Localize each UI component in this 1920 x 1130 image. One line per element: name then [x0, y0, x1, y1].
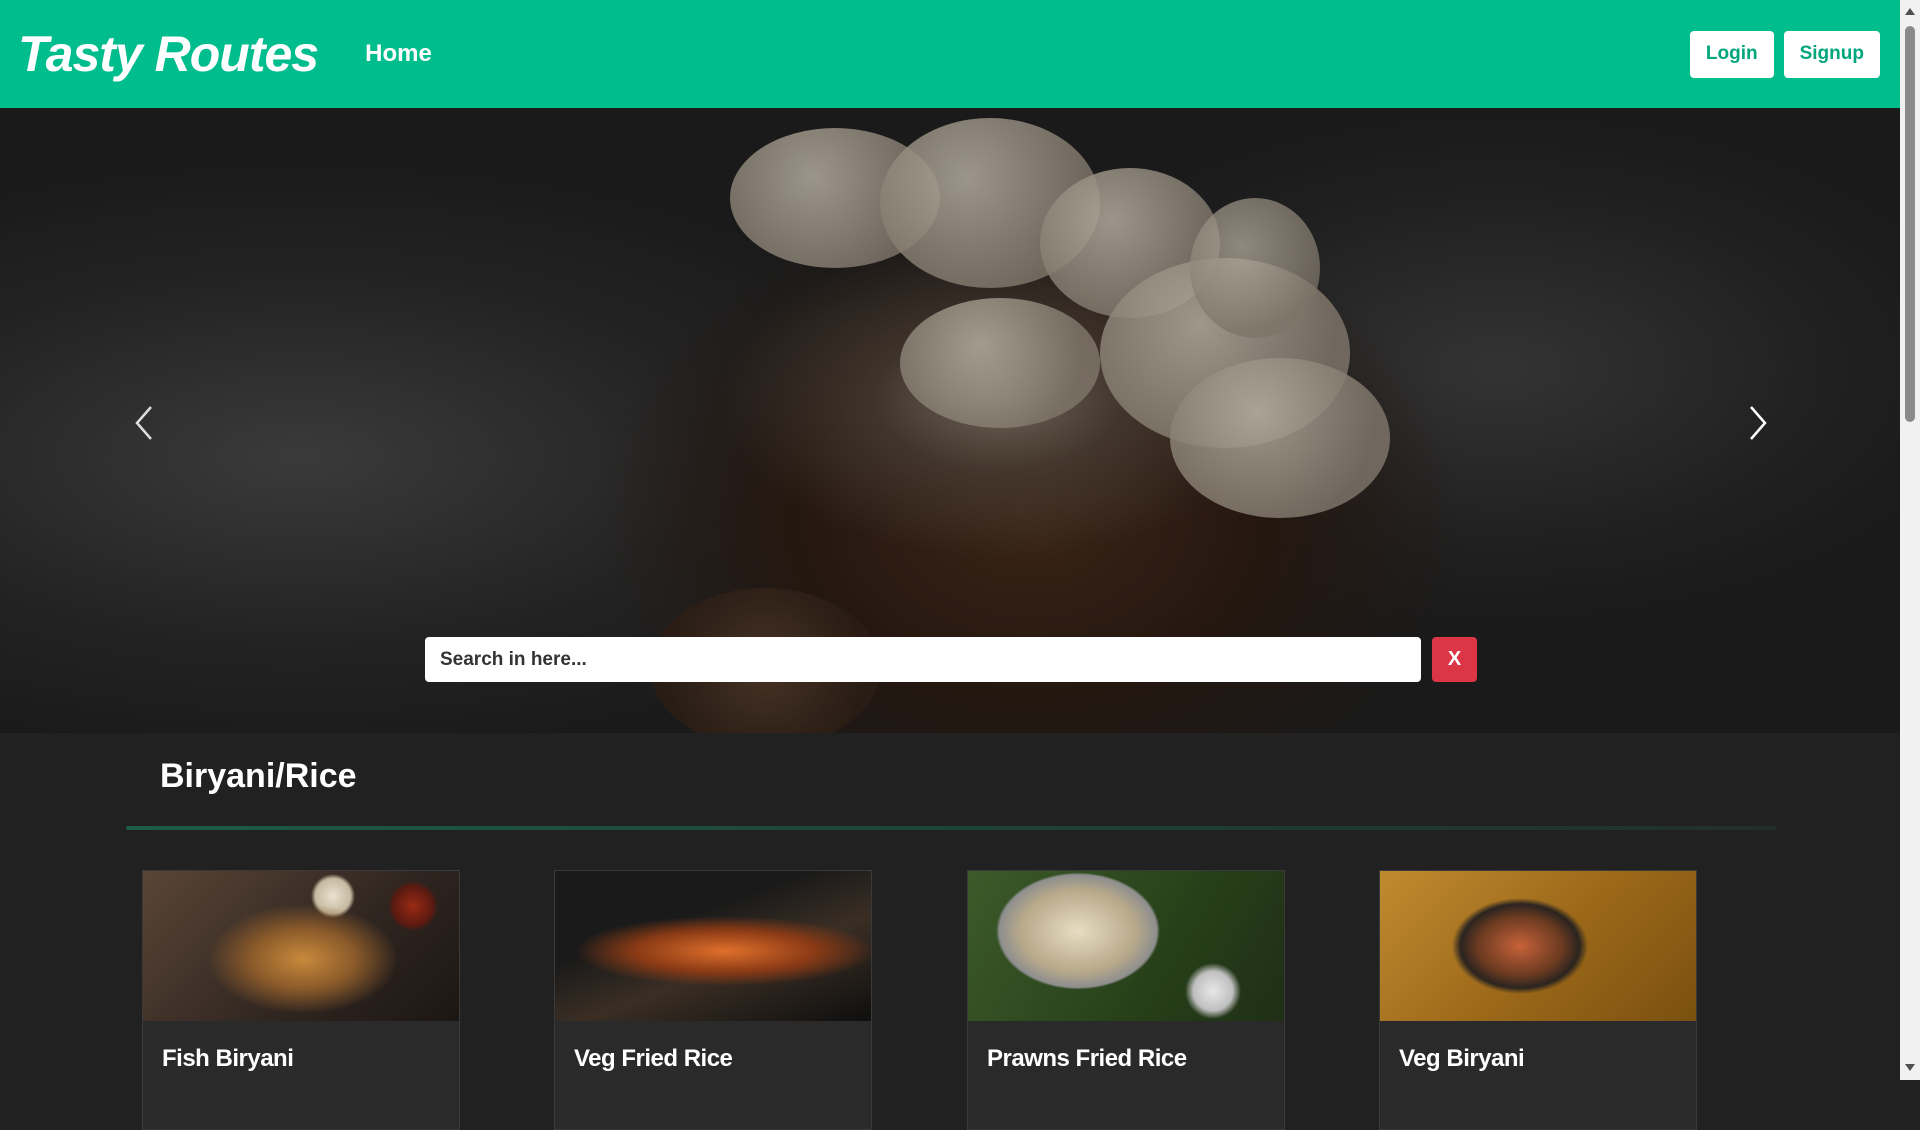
dish-card[interactable]: Fish Biryani [142, 870, 460, 1130]
dish-image [143, 871, 459, 1021]
search-input[interactable] [425, 637, 1421, 682]
scrollbar[interactable] [1900, 0, 1920, 1080]
dish-card[interactable]: Prawns Fried Rice [967, 870, 1285, 1130]
scroll-up-icon[interactable] [1905, 8, 1915, 15]
carousel-next-button[interactable] [1738, 398, 1778, 448]
dish-title: Fish Biryani [162, 1045, 294, 1072]
dish-image [1380, 871, 1696, 1021]
signup-button[interactable]: Signup [1783, 30, 1880, 78]
carousel-prev-button[interactable] [124, 398, 164, 448]
section-divider [126, 826, 1776, 830]
auth-buttons: Login Signup [1689, 30, 1880, 78]
dish-image [555, 871, 871, 1021]
login-button[interactable]: Login [1689, 30, 1774, 78]
clear-search-button[interactable]: X [1432, 637, 1477, 682]
search-bar: X [425, 637, 1477, 682]
dish-title: Veg Biryani [1399, 1045, 1525, 1072]
brand-logo[interactable]: Tasty Routes [18, 25, 319, 83]
dish-card[interactable]: Veg Fried Rice [554, 870, 872, 1130]
dish-image [968, 871, 1284, 1021]
nav-home-link[interactable]: Home [365, 40, 432, 68]
scroll-down-icon[interactable] [1905, 1064, 1915, 1071]
chevron-left-icon [135, 406, 152, 440]
scroll-thumb[interactable] [1905, 26, 1915, 422]
chevron-right-icon [1750, 406, 1767, 440]
dish-title: Prawns Fried Rice [987, 1045, 1187, 1072]
dish-card[interactable]: Veg Biryani [1379, 870, 1697, 1130]
navbar: Tasty Routes Home Login Signup [0, 0, 1900, 108]
section-title: Biryani/Rice [160, 757, 357, 795]
dish-title: Veg Fried Rice [574, 1045, 733, 1072]
